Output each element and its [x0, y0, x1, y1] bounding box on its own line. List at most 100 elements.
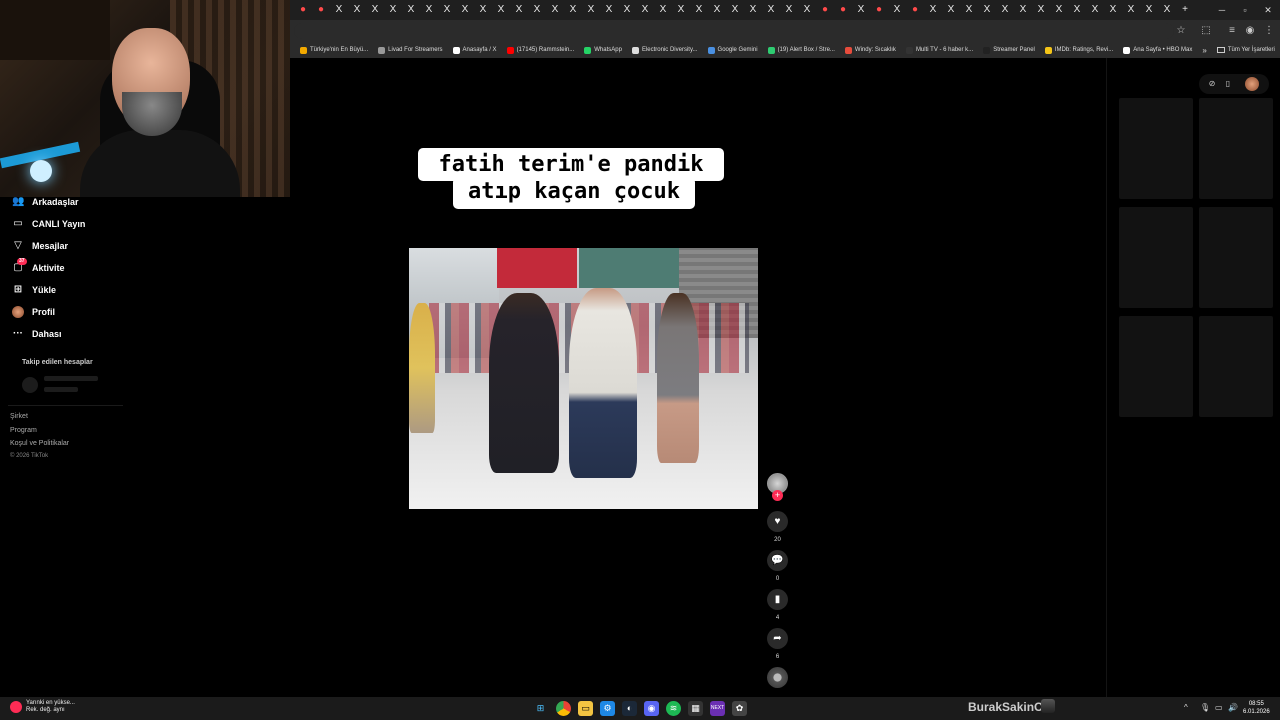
- sidebar-item-upload[interactable]: ⊞ Yükle: [0, 279, 180, 301]
- sidebar-item-live[interactable]: ▭ CANLI Yayın: [0, 213, 180, 235]
- bookmark-item[interactable]: Türkiye'nin En Büyü...: [300, 46, 368, 54]
- x-tab[interactable]: X: [1140, 0, 1158, 20]
- bookmark-item[interactable]: (19) Alert Box / Stre...: [767, 46, 835, 54]
- minimize-button[interactable]: ─: [1210, 0, 1234, 20]
- share-button[interactable]: ➦: [767, 628, 788, 649]
- x-tab[interactable]: X: [456, 0, 474, 20]
- x-tab[interactable]: X: [1032, 0, 1050, 20]
- x-tab[interactable]: X: [528, 0, 546, 20]
- tiktok-tab[interactable]: ●: [294, 0, 312, 20]
- bookmark-item[interactable]: Windy: Sıcaklık: [844, 46, 896, 54]
- youtube-tab[interactable]: ●: [312, 0, 330, 20]
- bookmark-item[interactable]: Streamer Panel: [983, 46, 1035, 54]
- x-tab[interactable]: X: [888, 0, 906, 20]
- bookmark-item[interactable]: Google Gemini: [707, 46, 758, 54]
- x-tab[interactable]: X: [1014, 0, 1032, 20]
- file-explorer-icon[interactable]: ▭: [578, 701, 593, 716]
- mobile-icon[interactable]: ▯: [1221, 77, 1235, 91]
- x-tab[interactable]: X: [762, 0, 780, 20]
- x-tab[interactable]: X: [1158, 0, 1176, 20]
- sidebar-item-activity[interactable]: ▢ 37 Aktivite: [0, 257, 180, 279]
- app-icon[interactable]: NEXT: [710, 701, 725, 716]
- save-button[interactable]: ▮: [767, 589, 788, 610]
- x-tab[interactable]: X: [1068, 0, 1086, 20]
- taskbar-clock[interactable]: 08:55 6.01.2026: [1243, 700, 1270, 716]
- bookmark-item[interactable]: (17145) Rammstein...: [506, 46, 574, 54]
- spotify-icon[interactable]: ≋: [666, 701, 681, 716]
- x-tab[interactable]: X: [618, 0, 636, 20]
- user-avatar[interactable]: [1245, 77, 1259, 91]
- weather-widget[interactable]: Yarınki en yükse... Rek. değ. aynı: [10, 700, 75, 714]
- x-tab[interactable]: X: [492, 0, 510, 20]
- x-tab[interactable]: X: [636, 0, 654, 20]
- sidebar-item-friends[interactable]: 👥 Arkadaşlar: [0, 191, 180, 213]
- app-icon[interactable]: ⚙: [600, 701, 615, 716]
- new-tab-button[interactable]: +: [1176, 0, 1194, 20]
- x-tab[interactable]: X: [438, 0, 456, 20]
- media-icon[interactable]: ≡: [1224, 23, 1240, 39]
- x-tab[interactable]: X: [978, 0, 996, 20]
- autoscroll-icon[interactable]: ⊘: [1205, 77, 1219, 91]
- youtube-tab[interactable]: ●: [906, 0, 924, 20]
- footer-terms-link[interactable]: Koşul ve Politikalar: [10, 440, 69, 447]
- x-tab[interactable]: X: [474, 0, 492, 20]
- x-tab[interactable]: X: [780, 0, 798, 20]
- x-tab[interactable]: X: [1104, 0, 1122, 20]
- x-tab[interactable]: X: [708, 0, 726, 20]
- maximize-button[interactable]: ▫: [1233, 0, 1257, 20]
- like-button[interactable]: ♥: [767, 511, 788, 532]
- x-tab[interactable]: X: [1086, 0, 1104, 20]
- x-tab[interactable]: X: [996, 0, 1014, 20]
- menu-icon[interactable]: ⋮: [1261, 23, 1277, 39]
- bookmark-item[interactable]: WhatsApp: [584, 46, 622, 54]
- x-tab[interactable]: X: [690, 0, 708, 20]
- x-tab[interactable]: X: [1050, 0, 1068, 20]
- x-tab[interactable]: X: [510, 0, 528, 20]
- x-tab[interactable]: X: [942, 0, 960, 20]
- bookmark-item[interactable]: Livad For Streamers: [378, 46, 443, 54]
- network-icon[interactable]: ▭: [1215, 703, 1223, 712]
- youtube-tab[interactable]: ●: [870, 0, 888, 20]
- x-tab[interactable]: X: [960, 0, 978, 20]
- sidebar-item-messages[interactable]: ▽ Mesajlar: [0, 235, 180, 257]
- bookmark-item[interactable]: Multi TV - 6 haber k...: [905, 46, 973, 54]
- bookmark-item[interactable]: Electronic Diversity...: [631, 46, 698, 54]
- all-bookmarks-folder[interactable]: Tüm Yer İşaretleri: [1216, 47, 1275, 53]
- x-tab[interactable]: X: [600, 0, 618, 20]
- start-icon[interactable]: ⊞: [533, 701, 548, 716]
- bookmark-item[interactable]: Ana Sayfa • HBO Max: [1123, 46, 1192, 54]
- discord-icon[interactable]: ◉: [644, 701, 659, 716]
- x-tab[interactable]: X: [924, 0, 942, 20]
- x-tab[interactable]: X: [744, 0, 762, 20]
- volume-icon[interactable]: 🔊: [1228, 703, 1238, 712]
- x-tab[interactable]: X: [654, 0, 672, 20]
- music-disc-icon[interactable]: [767, 667, 788, 688]
- bookmark-item[interactable]: Anasayfa / X: [452, 46, 497, 54]
- footer-company-link[interactable]: Şirket: [10, 413, 28, 420]
- x-tab[interactable]: X: [366, 0, 384, 20]
- x-tab[interactable]: X: [726, 0, 744, 20]
- x-tab[interactable]: X: [348, 0, 366, 20]
- comment-button[interactable]: 💬: [767, 550, 788, 571]
- youtube-tab[interactable]: ●: [816, 0, 834, 20]
- follow-plus-button[interactable]: +: [772, 490, 783, 501]
- x-tab[interactable]: X: [330, 0, 348, 20]
- youtube-tab[interactable]: ●: [834, 0, 852, 20]
- bookmark-item[interactable]: IMDb: Ratings, Revi...: [1044, 46, 1113, 54]
- url-field[interactable]: [294, 23, 1174, 39]
- footer-program-link[interactable]: Program: [10, 427, 37, 434]
- x-tab[interactable]: X: [420, 0, 438, 20]
- tray-expand-icon[interactable]: ^: [1184, 703, 1188, 712]
- chrome-icon[interactable]: [556, 701, 571, 716]
- sidebar-item-more[interactable]: ··· Dahası: [0, 323, 180, 345]
- x-tab[interactable]: X: [564, 0, 582, 20]
- x-tab[interactable]: X: [1122, 0, 1140, 20]
- star-icon[interactable]: ☆: [1173, 23, 1189, 39]
- bookmarks-overflow-button[interactable]: »: [1202, 46, 1206, 55]
- close-window-button[interactable]: ✕: [1256, 0, 1280, 20]
- extensions-icon[interactable]: ⬚: [1198, 23, 1214, 39]
- x-tab[interactable]: X: [852, 0, 870, 20]
- app-icon[interactable]: ✿: [732, 701, 747, 716]
- x-tab[interactable]: X: [672, 0, 690, 20]
- profile-icon[interactable]: ◉: [1242, 23, 1258, 39]
